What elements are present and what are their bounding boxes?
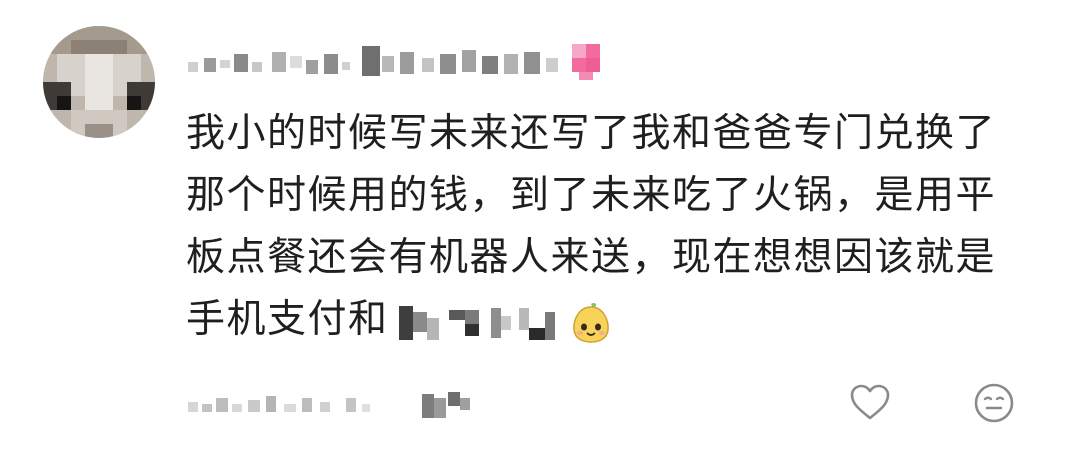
- avatar[interactable]: [43, 26, 155, 138]
- comment-meta-redacted: [186, 388, 496, 424]
- pixelated-meta: [188, 392, 470, 418]
- comment-text: 我小的时候写未来还写了我和爸爸专门兑换了 那个时候用的钱，到了未来吃了火锅，是用…: [186, 103, 1046, 351]
- comment-line-4-text: 手机支付和: [186, 297, 389, 342]
- comment-line-1: 我小的时候写未来还写了我和爸爸专门兑换了: [186, 111, 997, 156]
- reaction-button[interactable]: [972, 381, 1016, 425]
- pixelated-text: [398, 305, 555, 340]
- smiling-pear-sticker-icon: [569, 300, 613, 344]
- avatar-image: [43, 26, 155, 138]
- emoji-face-icon: [974, 383, 1014, 423]
- comment-line-3: 板点餐还会有机器人来送，现在想想因该就是: [186, 235, 997, 280]
- like-button[interactable]: [848, 381, 892, 425]
- comment-line-2: 那个时候用的钱，到了未来吃了火锅，是用平: [186, 173, 997, 218]
- redacted-text: [393, 301, 563, 343]
- pixelated-username: [188, 44, 600, 80]
- heart-outline-icon: [850, 384, 890, 420]
- username-redacted[interactable]: [186, 40, 616, 84]
- comment-line-4: 手机支付和: [186, 289, 1046, 351]
